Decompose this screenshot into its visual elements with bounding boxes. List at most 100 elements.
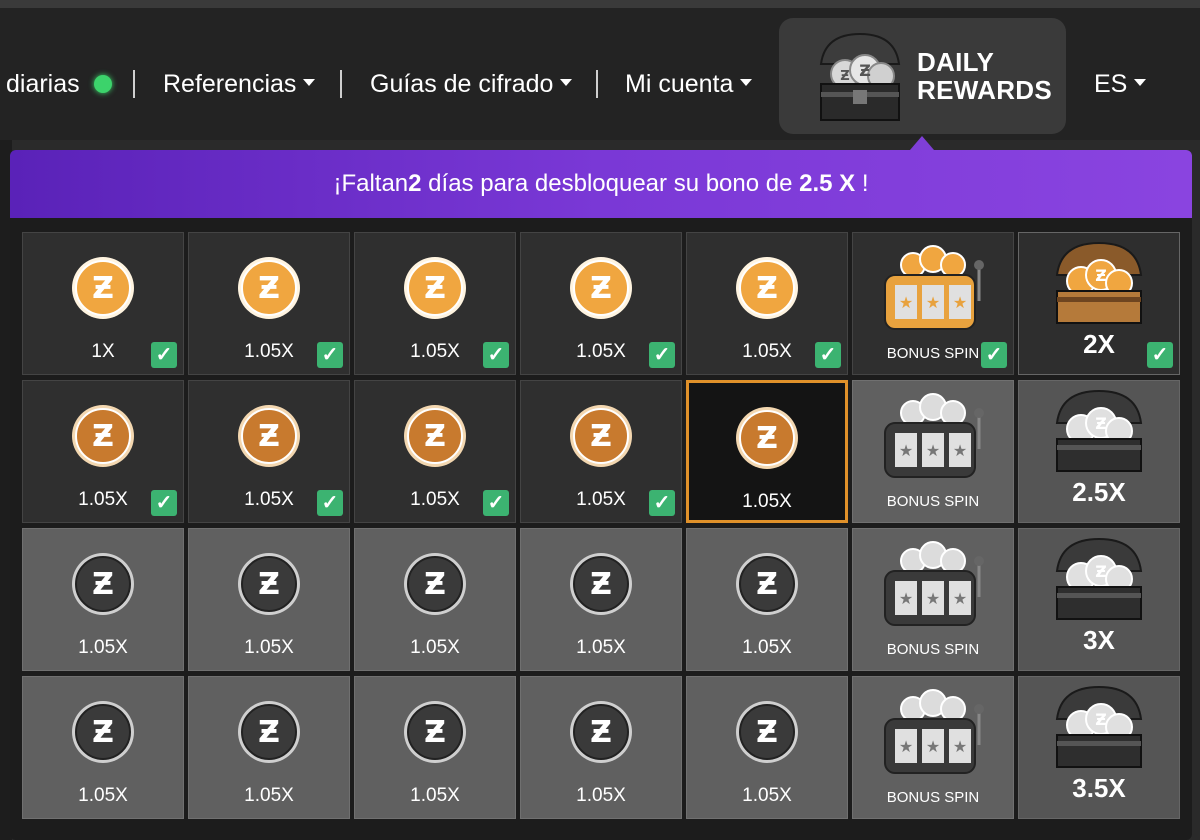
reward-multiplier-label: 3.5X xyxy=(1072,773,1126,803)
slot-machine-icon: ★ ★ ★ xyxy=(853,677,1013,787)
top-strip xyxy=(0,0,1200,8)
checkmark-icon: ✓ xyxy=(317,490,343,516)
nav-daily[interactable]: diarias xyxy=(6,62,112,106)
svg-text:Ƶ: Ƶ xyxy=(1095,414,1107,433)
svg-text:★: ★ xyxy=(899,293,913,312)
svg-text:Ƶ: Ƶ xyxy=(1095,710,1107,729)
reward-cell-coin: Ƶ 1.05X xyxy=(520,676,682,819)
checkmark-icon: ✓ xyxy=(649,490,675,516)
reward-multiplier-label: 1.05X xyxy=(742,785,792,806)
zcash-coin-icon: Ƶ xyxy=(521,381,681,491)
reward-cell-coin: Ƶ 1.05X xyxy=(354,676,516,819)
reward-cell-coin: Ƶ 1X ✓ xyxy=(22,232,184,375)
svg-text:Ƶ: Ƶ xyxy=(424,419,446,454)
reward-cell-spin: ★ ★ ★ BONUS SPIN xyxy=(852,528,1014,671)
zcash-coin-icon: Ƶ xyxy=(355,529,515,639)
checkmark-icon: ✓ xyxy=(151,490,177,516)
nav-referencias-label: Referencias xyxy=(163,69,297,98)
zcash-coin-icon: Ƶ xyxy=(355,677,515,787)
svg-text:Ƶ: Ƶ xyxy=(258,567,280,602)
reward-cell-chest: Ƶ 3X xyxy=(1018,528,1180,671)
zcash-coin-icon: Ƶ xyxy=(687,233,847,343)
checkmark-icon: ✓ xyxy=(483,342,509,368)
zcash-coin-icon: Ƶ xyxy=(23,381,183,491)
banner-suffix: ! xyxy=(855,170,869,197)
zcash-coin-icon: Ƶ xyxy=(189,381,349,491)
zcash-coin-icon: Ƶ xyxy=(189,677,349,787)
checkmark-icon: ✓ xyxy=(649,342,675,368)
svg-text:Ƶ: Ƶ xyxy=(1095,562,1107,581)
zcash-coin-icon: Ƶ xyxy=(355,233,515,343)
daily-rewards-panel: ¡Faltan 2 días para desbloquear su bono … xyxy=(10,150,1192,840)
reward-cell-coin: Ƶ 1.05X ✓ xyxy=(188,232,350,375)
reward-multiplier-label: 1.05X xyxy=(742,491,792,512)
nav-guias[interactable]: Guías de cifrado xyxy=(370,62,573,106)
reward-multiplier-label: 1.05X xyxy=(410,785,460,806)
reward-cell-coin: Ƶ 1.05X ✓ xyxy=(520,380,682,523)
chevron-down-icon xyxy=(560,78,573,86)
reward-cell-coin: Ƶ 1.05X xyxy=(686,676,848,819)
svg-text:Ƶ: Ƶ xyxy=(424,567,446,602)
zcash-coin-icon: Ƶ xyxy=(355,381,515,491)
svg-text:Ƶ: Ƶ xyxy=(590,715,612,750)
svg-text:★: ★ xyxy=(953,589,967,608)
reward-cell-coin: Ƶ 1.05X ✓ xyxy=(22,380,184,523)
reward-cell-spin: ★ ★ ★ BONUS SPIN ✓ xyxy=(852,232,1014,375)
svg-text:Ƶ: Ƶ xyxy=(756,715,778,750)
reward-cell-spin: ★ ★ ★ BONUS SPIN xyxy=(852,676,1014,819)
svg-text:Ƶ: Ƶ xyxy=(859,61,871,80)
svg-text:Ƶ: Ƶ xyxy=(590,271,612,306)
svg-text:★: ★ xyxy=(926,293,940,312)
zcash-coin-icon: Ƶ xyxy=(521,529,681,639)
reward-multiplier-label: BONUS SPIN xyxy=(886,789,980,806)
reward-cell-coin: Ƶ 1.05X xyxy=(188,528,350,671)
svg-text:Ƶ: Ƶ xyxy=(258,271,280,306)
slot-machine-icon: ★ ★ ★ xyxy=(853,381,1013,491)
reward-cell-coin: Ƶ 1.05X ✓ xyxy=(188,380,350,523)
svg-text:Ƶ: Ƶ xyxy=(92,419,114,454)
checkmark-icon: ✓ xyxy=(151,342,177,368)
daily-rewards-button[interactable]: Ƶ Ƶ DAILY REWARDS xyxy=(779,18,1066,134)
chevron-down-icon xyxy=(740,78,753,86)
online-status-icon xyxy=(93,75,112,93)
reward-multiplier-label: 1.05X xyxy=(244,637,294,658)
treasure-chest-icon: Ƶ xyxy=(1019,529,1179,629)
reward-cell-coin: Ƶ 1.05X ✓ xyxy=(354,232,516,375)
zcash-coin-icon: Ƶ xyxy=(23,233,183,343)
reward-cell-chest: Ƶ 2X ✓ xyxy=(1018,232,1180,375)
checkmark-icon: ✓ xyxy=(981,342,1007,368)
reward-cell-chest: Ƶ 2.5X xyxy=(1018,380,1180,523)
svg-text:Ƶ: Ƶ xyxy=(756,421,778,456)
nav-mi-cuenta[interactable]: Mi cuenta xyxy=(625,62,753,106)
treasure-chest-icon: Ƶ xyxy=(1019,233,1179,333)
reward-multiplier-label: 1.05X xyxy=(244,785,294,806)
svg-text:★: ★ xyxy=(926,737,940,756)
zcash-coin-icon: Ƶ xyxy=(689,383,845,493)
nav-referencias[interactable]: Referencias xyxy=(163,62,316,106)
nav-separator xyxy=(596,70,598,98)
checkmark-icon: ✓ xyxy=(815,342,841,368)
reward-multiplier-label: 1.05X xyxy=(576,785,626,806)
reward-cell-coin: Ƶ 1.05X ✓ xyxy=(520,232,682,375)
svg-text:Ƶ: Ƶ xyxy=(1095,266,1107,285)
svg-text:Ƶ: Ƶ xyxy=(424,271,446,306)
svg-text:Ƶ: Ƶ xyxy=(840,69,849,84)
svg-text:★: ★ xyxy=(899,441,913,460)
banner-bonus-value: 2.5 X xyxy=(799,170,856,197)
reward-multiplier-label: BONUS SPIN xyxy=(886,493,980,510)
svg-text:Ƶ: Ƶ xyxy=(92,271,114,306)
daily-rewards-line2: REWARDS xyxy=(917,75,1052,105)
reward-cell-coin: Ƶ 1.05X xyxy=(22,676,184,819)
zcash-coin-icon: Ƶ xyxy=(521,677,681,787)
reward-cell-chest: Ƶ 3.5X xyxy=(1018,676,1180,819)
reward-cell-coin[interactable]: Ƶ 1.05X xyxy=(686,380,848,523)
language-selector[interactable]: ES xyxy=(1094,62,1147,106)
reward-multiplier-label: 1.05X xyxy=(78,637,128,658)
svg-text:★: ★ xyxy=(953,441,967,460)
svg-text:★: ★ xyxy=(926,441,940,460)
svg-text:Ƶ: Ƶ xyxy=(590,419,612,454)
reward-cell-spin: ★ ★ ★ BONUS SPIN xyxy=(852,380,1014,523)
svg-text:★: ★ xyxy=(953,293,967,312)
bonus-banner: ¡Faltan 2 días para desbloquear su bono … xyxy=(10,150,1192,218)
nav-separator xyxy=(340,70,342,98)
